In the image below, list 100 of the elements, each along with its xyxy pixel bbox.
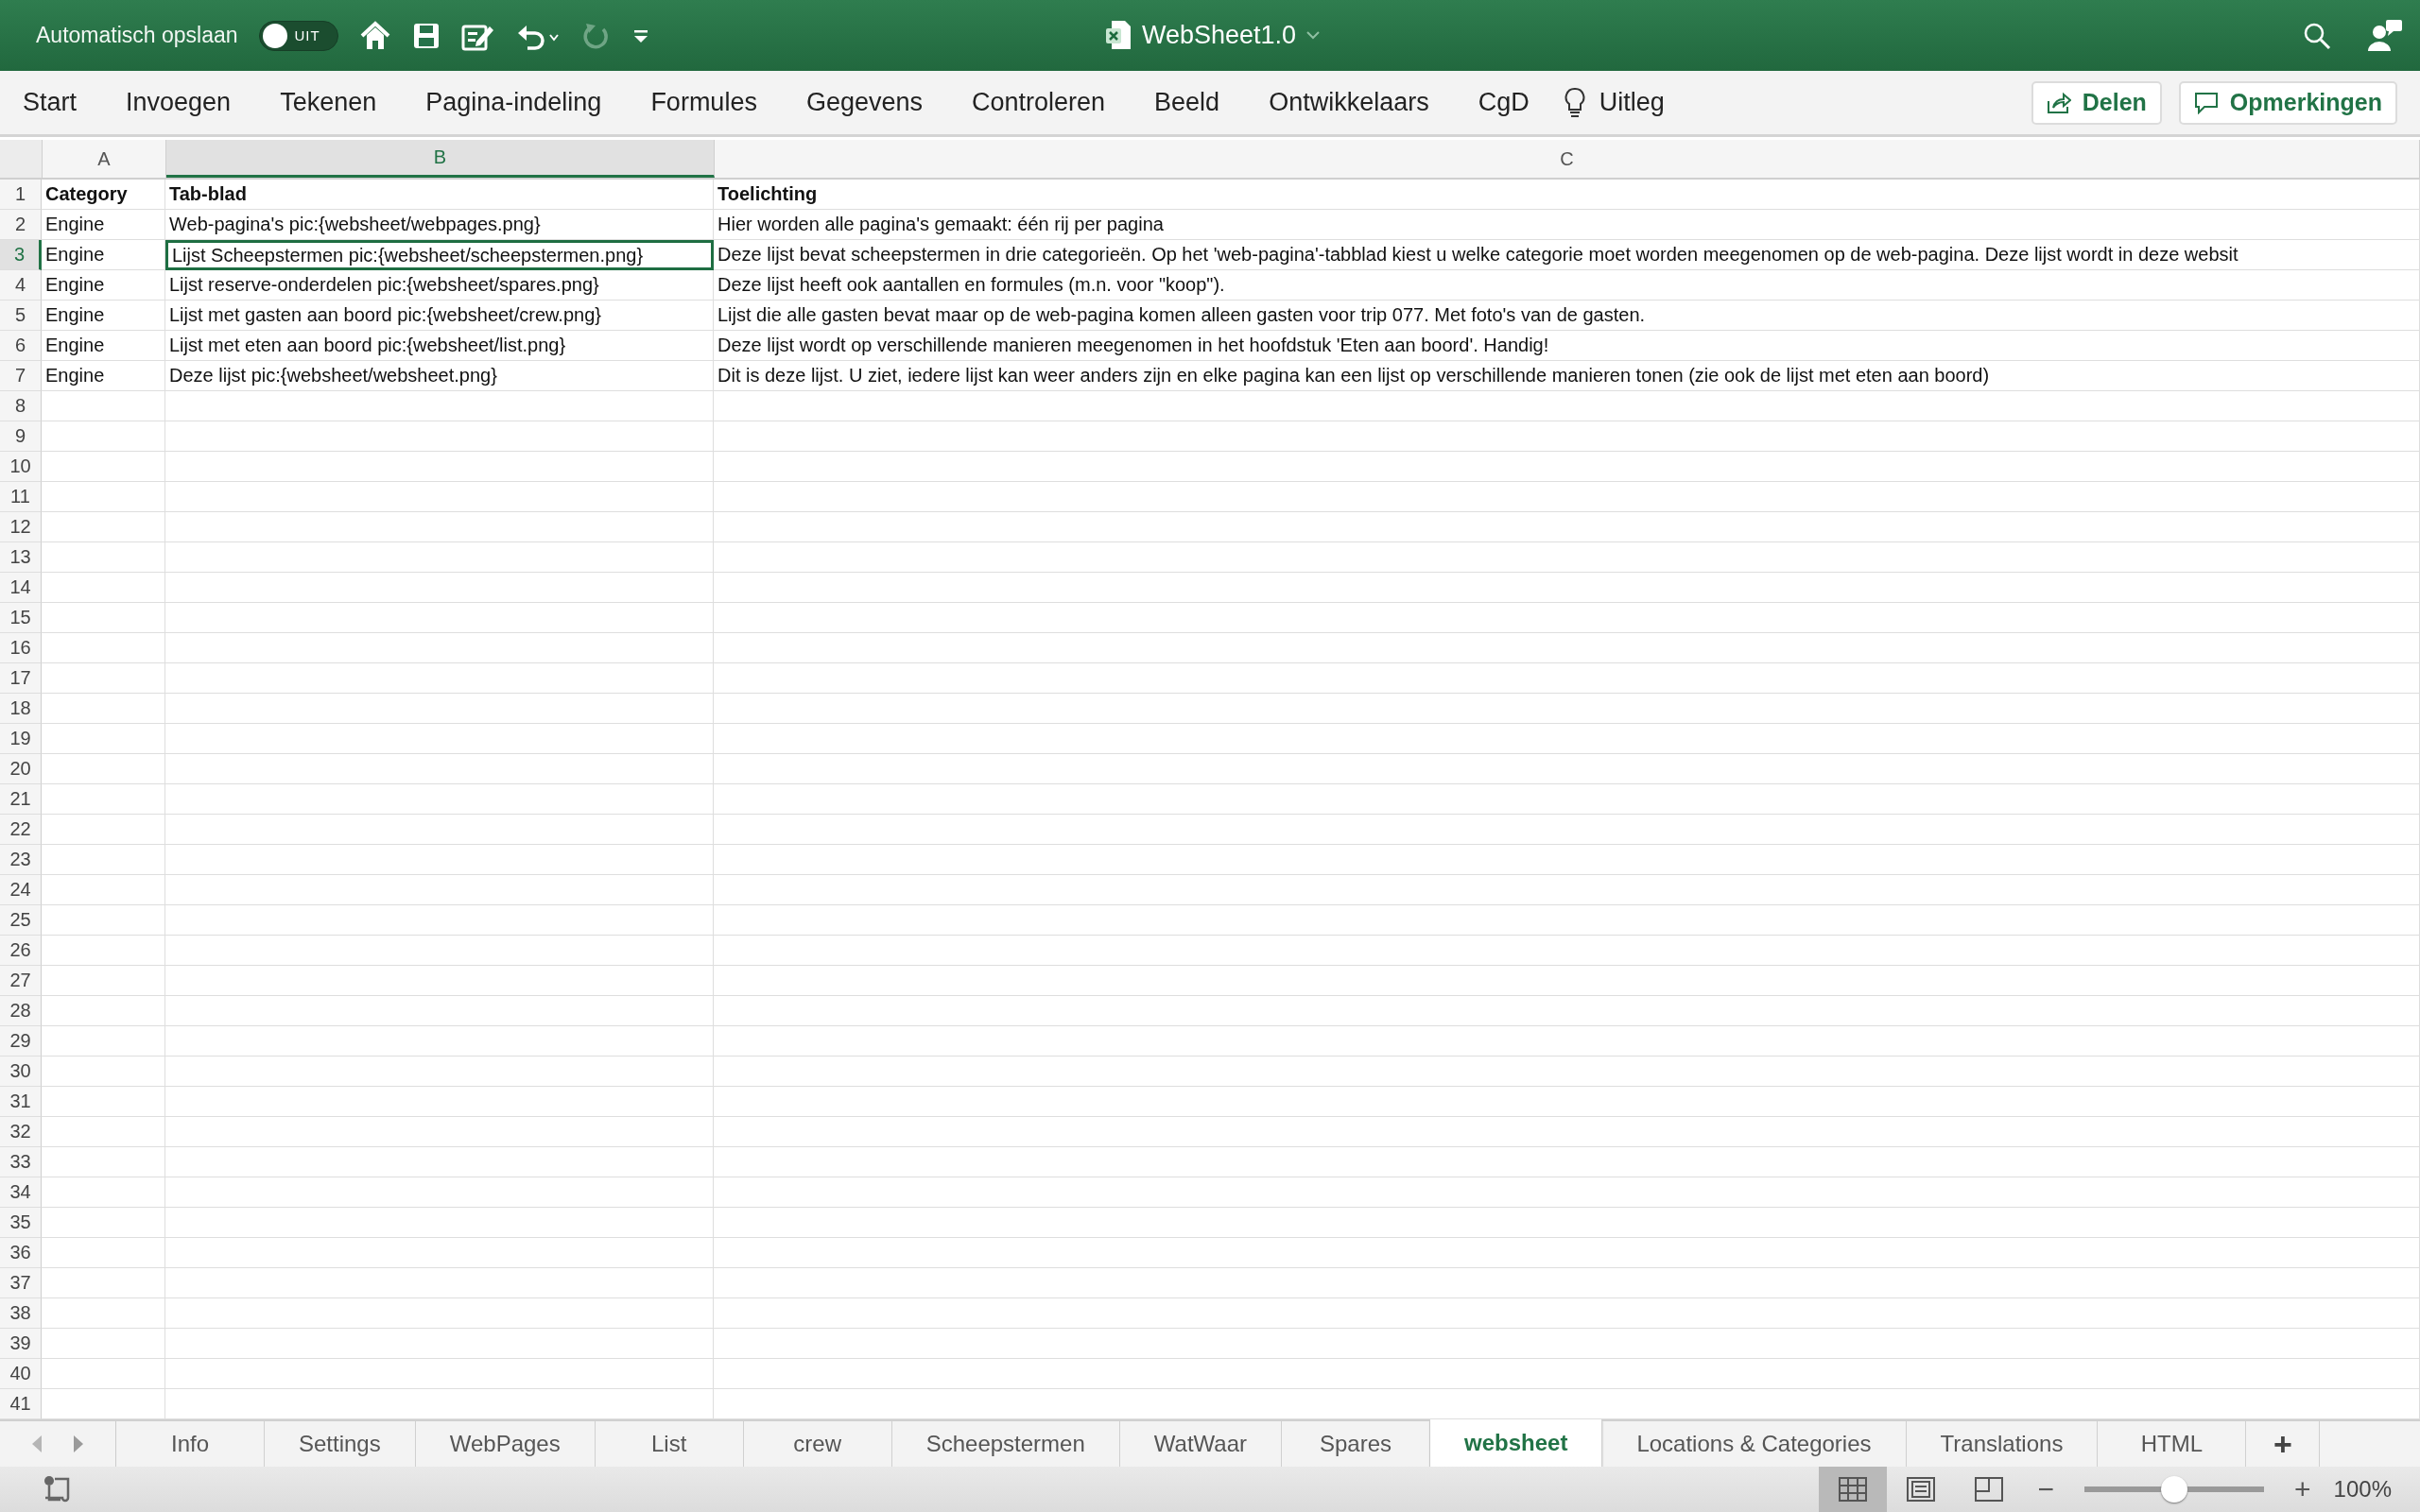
empty-cell[interactable] (714, 573, 2420, 603)
row-number[interactable]: 25 (0, 905, 42, 936)
empty-cell[interactable] (165, 966, 714, 996)
empty-cell[interactable] (165, 512, 714, 542)
empty-cell[interactable] (165, 1268, 714, 1298)
column-header[interactable]: C (715, 140, 2420, 178)
table-cell[interactable]: Dit is deze lijst. U ziet, iedere lijst kan weer anders zijn en elke pagina kan een lijst op verschillende manieren tonen (zie ook de lijst met eten aan boord) (714, 361, 2420, 391)
row-number[interactable]: 32 (0, 1117, 42, 1147)
row-number[interactable]: 10 (0, 452, 42, 482)
row-number[interactable]: 28 (0, 996, 42, 1026)
row-number[interactable]: 30 (0, 1057, 42, 1087)
table-cell[interactable]: Tab-blad (165, 180, 714, 210)
next-sheet-icon[interactable] (72, 1434, 85, 1454)
row-number[interactable]: 20 (0, 754, 42, 784)
home-icon[interactable] (358, 20, 391, 51)
empty-cell[interactable] (714, 482, 2420, 512)
row-number[interactable]: 26 (0, 936, 42, 966)
ribbon-tab[interactable]: Invoegen (101, 88, 256, 117)
row-number[interactable]: 31 (0, 1087, 42, 1117)
row-number[interactable]: 16 (0, 633, 42, 663)
row-number[interactable]: 40 (0, 1359, 42, 1389)
table-cell[interactable]: Deze lijst heeft ook aantallen en formules (m.n. voor "koop"). (714, 270, 2420, 301)
table-cell[interactable]: Lijst die alle gasten bevat maar op de web-pagina komen alleen gasten voor trip 077. Met foto's van de gasten. (714, 301, 2420, 331)
row-number[interactable]: 15 (0, 603, 42, 633)
row-number[interactable]: 36 (0, 1238, 42, 1268)
empty-cell[interactable] (714, 1147, 2420, 1177)
empty-cell[interactable] (714, 1268, 2420, 1298)
row-number[interactable]: 22 (0, 815, 42, 845)
empty-cell[interactable] (165, 996, 714, 1026)
row-number[interactable]: 5 (0, 301, 42, 331)
empty-cell[interactable] (165, 1359, 714, 1389)
empty-cell[interactable] (165, 482, 714, 512)
row-number[interactable]: 23 (0, 845, 42, 875)
empty-cell[interactable] (714, 845, 2420, 875)
row-number[interactable]: 7 (0, 361, 42, 391)
view-button[interactable] (1818, 1467, 1887, 1512)
table-cell[interactable]: Engine (42, 240, 165, 270)
empty-cell[interactable] (714, 724, 2420, 754)
empty-cell[interactable] (714, 875, 2420, 905)
empty-cell[interactable] (714, 633, 2420, 663)
empty-cell[interactable] (165, 1087, 714, 1117)
empty-cell[interactable] (165, 391, 714, 421)
empty-cell[interactable] (714, 1026, 2420, 1057)
row-number[interactable]: 34 (0, 1177, 42, 1208)
ribbon-tab[interactable]: Pagina-indeling (401, 88, 627, 117)
table-cell[interactable]: Engine (42, 301, 165, 331)
sheet-tab[interactable]: websheet (1430, 1419, 1603, 1467)
empty-cell[interactable] (714, 1298, 2420, 1329)
empty-cell[interactable] (714, 1087, 2420, 1117)
row-number[interactable]: 33 (0, 1147, 42, 1177)
select-all-corner[interactable] (0, 140, 43, 178)
empty-cell[interactable] (714, 936, 2420, 966)
empty-cell[interactable] (165, 542, 714, 573)
table-cell[interactable]: Engine (42, 331, 165, 361)
row-number[interactable]: 35 (0, 1208, 42, 1238)
row-number[interactable]: 17 (0, 663, 42, 694)
ribbon-tab[interactable]: CgD (1453, 88, 1554, 117)
empty-cell[interactable] (165, 845, 714, 875)
empty-cell[interactable] (165, 573, 714, 603)
row-number[interactable]: 14 (0, 573, 42, 603)
table-cell[interactable]: Deze lijst bevat scheepstermen in drie categorieën. Op het 'web-pagina'-tabblad kiest u welke categorie moet worden meegenomen op de web-pagina. Deze lijst wordt in deze websit (714, 240, 2420, 270)
row-number[interactable]: 8 (0, 391, 42, 421)
empty-cell[interactable] (714, 1057, 2420, 1087)
empty-cell[interactable] (165, 1177, 714, 1208)
empty-cell[interactable] (714, 694, 2420, 724)
table-cell[interactable]: Category (42, 180, 165, 210)
row-number[interactable]: 6 (0, 331, 42, 361)
empty-cell[interactable] (165, 1026, 714, 1057)
empty-cell[interactable] (714, 1238, 2420, 1268)
tell-me-text[interactable]: Uitleg (1599, 88, 1665, 117)
table-cell[interactable]: Deze lijst wordt op verschillende manieren meegenomen in het hoofdstuk 'Eten aan boord'. Handig! (714, 331, 2420, 361)
empty-cell[interactable] (714, 1208, 2420, 1238)
row-number[interactable]: 27 (0, 966, 42, 996)
empty-cell[interactable] (165, 452, 714, 482)
row-number[interactable]: 18 (0, 694, 42, 724)
ribbon-tab[interactable]: Tekenen (255, 88, 402, 117)
empty-cell[interactable] (165, 905, 714, 936)
save-icon[interactable] (411, 21, 441, 50)
empty-cell[interactable] (714, 603, 2420, 633)
comments-button[interactable]: Opmerkingen (2178, 80, 2397, 125)
empty-cell[interactable] (714, 1177, 2420, 1208)
empty-cell[interactable] (165, 694, 714, 724)
ribbon-tab[interactable]: Formules (626, 88, 782, 117)
empty-cell[interactable] (714, 421, 2420, 452)
row-number[interactable]: 2 (0, 210, 42, 240)
row-number[interactable]: 1 (0, 180, 42, 210)
empty-cell[interactable] (714, 966, 2420, 996)
row-number[interactable]: 37 (0, 1268, 42, 1298)
empty-cell[interactable] (165, 784, 714, 815)
empty-cell[interactable] (714, 754, 2420, 784)
ribbon-tab[interactable]: Controleren (947, 88, 1131, 117)
table-cell[interactable]: Lijst reserve-onderdelen pic:{websheet/spares.png} (165, 270, 714, 301)
empty-cell[interactable] (714, 996, 2420, 1026)
empty-cell[interactable] (165, 1329, 714, 1359)
row-number[interactable]: 39 (0, 1329, 42, 1359)
zoom-slider-thumb[interactable] (2161, 1476, 2188, 1503)
empty-cell[interactable] (714, 784, 2420, 815)
row-number[interactable]: 13 (0, 542, 42, 573)
table-cell[interactable]: Web-pagina's pic:{websheet/webpages.png} (165, 210, 714, 240)
empty-cell[interactable] (165, 724, 714, 754)
